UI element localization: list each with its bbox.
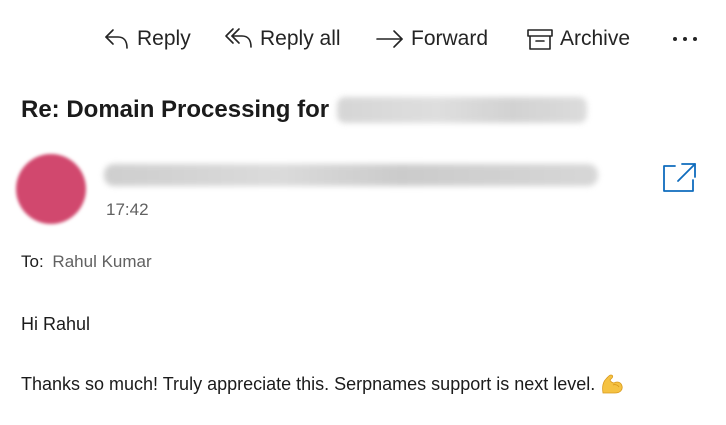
redacted-sender-name[interactable] [104, 164, 598, 186]
reply-all-button[interactable]: Reply all [224, 20, 341, 58]
redacted-domain [337, 97, 588, 123]
more-options-button[interactable] [668, 20, 702, 58]
message-toolbar: Reply Reply all Forward Archive [0, 20, 726, 58]
reply-label: Reply [137, 27, 191, 50]
open-in-new-window-button[interactable] [660, 160, 698, 194]
open-in-new-window-icon [660, 163, 698, 198]
recipient-name[interactable]: Rahul Kumar [52, 252, 151, 271]
forward-button[interactable]: Forward [375, 20, 488, 58]
archive-label: Archive [560, 27, 631, 50]
flexed-biceps-emoji [600, 373, 624, 395]
archive-icon [526, 25, 554, 53]
reply-icon [103, 25, 131, 53]
forward-icon [375, 25, 405, 53]
reply-button[interactable]: Reply [103, 20, 191, 58]
reply-all-icon [224, 25, 254, 53]
reply-all-label: Reply all [260, 27, 341, 50]
message-greeting: Hi Rahul [21, 314, 91, 334]
message-body: Thanks so much! Truly appreciate this. S… [21, 373, 624, 395]
sender-avatar[interactable] [16, 154, 86, 224]
archive-button[interactable]: Archive [526, 20, 630, 58]
recipients-line: To: Rahul Kumar [21, 252, 152, 272]
subject-text: Re: Domain Processing for [21, 96, 330, 123]
message-time: 17:42 [106, 200, 149, 219]
to-label: To: [21, 252, 44, 271]
message-subject: Re: Domain Processing for [21, 96, 588, 124]
message-body-text: Thanks so much! Truly appreciate this. S… [21, 373, 596, 394]
more-icon [671, 34, 699, 44]
forward-label: Forward [411, 27, 489, 50]
email-reading-pane: Reply Reply all Forward Archive Re: Doma… [0, 0, 726, 425]
